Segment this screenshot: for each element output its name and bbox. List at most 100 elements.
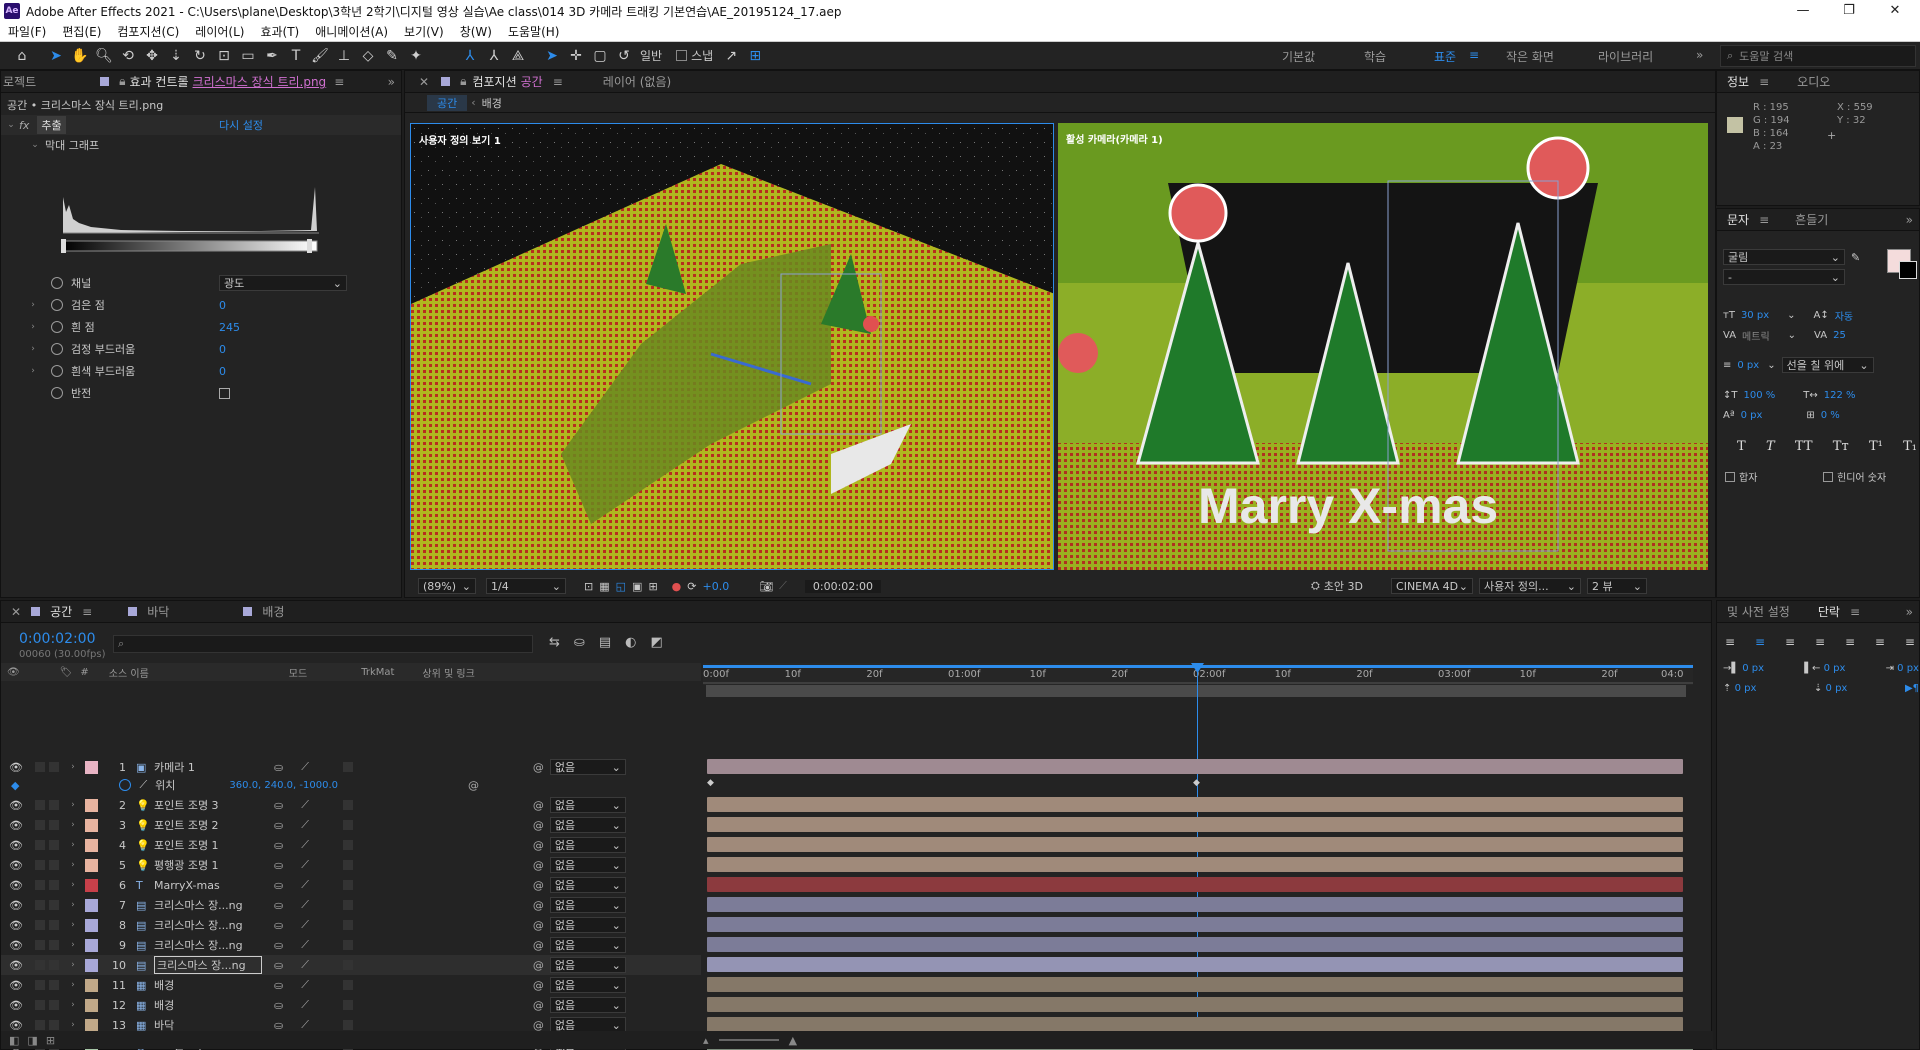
stopwatch-icon[interactable]	[51, 277, 63, 289]
layer-source-name[interactable]: 크리스마스 장...ng	[154, 897, 262, 913]
rotate-3d-icon[interactable]: ↺	[612, 44, 636, 68]
layer-expand-icon[interactable]: ›	[67, 860, 79, 870]
type-tool-icon[interactable]: T	[284, 44, 308, 68]
view-layout-dropdown[interactable]: 2 뷰 ⌄	[1587, 578, 1648, 594]
quality-switch-icon[interactable]: ⟋	[301, 918, 309, 932]
zoom-dropdown[interactable]: (89%) ⌄	[418, 578, 476, 594]
stroke-width-value[interactable]: 0 px	[1737, 360, 1759, 371]
layer-source-name[interactable]: 평행광 조명 1	[154, 857, 262, 873]
space-after-value[interactable]: 0 px	[1826, 683, 1848, 694]
snapshot-icon[interactable]: 📷︎	[759, 580, 773, 593]
3d-layer-switch[interactable]	[342, 920, 353, 930]
lock-switch[interactable]	[48, 880, 59, 890]
layer-source-name[interactable]: 배경	[154, 977, 262, 993]
3d-layer-switch[interactable]	[342, 940, 353, 950]
chevron-down-icon[interactable]: ⌄	[1787, 310, 1795, 321]
panel-close-icon[interactable]: ✕	[11, 605, 21, 619]
roto-brush-icon[interactable]: ✎	[380, 44, 404, 68]
layer-duration-bar[interactable]	[707, 997, 1683, 1012]
layer-label-color[interactable]	[84, 938, 98, 952]
panel-menu-icon[interactable]: ≡	[1759, 213, 1769, 227]
shy-switch-icon[interactable]: ⛀	[274, 1019, 283, 1032]
layer-duration-bar[interactable]	[707, 857, 1683, 872]
layer-row[interactable]: 👁︎ › 4 💡 포인트 조명 1 ⛀ ⟋ @ 없음 ⌄	[1, 835, 701, 855]
tab-project[interactable]: 로젝트	[1, 73, 40, 90]
tab-paragraph[interactable]: 단락	[1808, 603, 1850, 620]
menu-view[interactable]: 보기(V)	[396, 23, 452, 40]
home-icon[interactable]: ⌂	[10, 44, 34, 68]
draft3d-icon[interactable]: ⛭	[1311, 579, 1320, 593]
solo-switch[interactable]	[34, 900, 45, 910]
3d-layer-switch[interactable]	[342, 980, 353, 990]
quality-switch-icon[interactable]: ⟋	[301, 760, 309, 774]
3d-layer-switch[interactable]	[342, 1000, 353, 1010]
parent-dropdown[interactable]: 없음 ⌄	[549, 957, 626, 973]
menu-file[interactable]: 파일(F)	[0, 23, 54, 40]
layer-duration-bar[interactable]	[707, 897, 1683, 912]
3d-layer-switch[interactable]	[342, 820, 353, 830]
world-axis-icon[interactable]: ⅄	[482, 44, 506, 68]
tab-wiggler[interactable]: 흔들기	[1785, 211, 1838, 228]
visibility-eye-icon[interactable]: 👁︎	[9, 919, 23, 932]
pickwhip-icon[interactable]: @	[533, 999, 544, 1012]
tab-composition[interactable]: 컴포지션	[466, 73, 516, 90]
visibility-eye-icon[interactable]: 👁︎	[9, 799, 23, 812]
layer-source-name[interactable]: 포인트 조명 1	[154, 837, 262, 853]
layer-row[interactable]: 👁︎ › 12 ▦ 배경 ⛀ ⟋ @ 없음 ⌄	[1, 995, 701, 1015]
zoom-out-icon[interactable]: ▴	[703, 1034, 709, 1047]
pan-camera-icon[interactable]: ✥	[140, 44, 164, 68]
quality-switch-icon[interactable]: ⟋	[301, 898, 309, 912]
faux-italic-button[interactable]: T	[1766, 439, 1775, 454]
brush-tool-icon[interactable]: 🖌︎	[308, 44, 332, 68]
active-camera-viewport[interactable]: Marry X-mas 활성 카메라(카메라 1)	[1058, 123, 1708, 570]
visibility-eye-icon[interactable]: 👁︎	[9, 839, 23, 852]
layer-source-name[interactable]: 카메라 1	[154, 759, 262, 775]
stopwatch-icon[interactable]	[51, 387, 63, 399]
pickwhip-icon[interactable]: @	[533, 899, 544, 912]
layer-label-color[interactable]	[84, 918, 98, 932]
layer-source-name[interactable]: 크리스마스 장...ng	[154, 917, 262, 933]
3d-layer-switch[interactable]	[342, 762, 353, 772]
layer-row[interactable]: 👁︎ › 1 ▣ 카메라 1 ⛀ ⟋ @ 없음 ⌄	[1, 757, 701, 777]
justify-last-center-icon[interactable]: ≡	[1845, 635, 1855, 649]
pickwhip-icon[interactable]: @	[533, 799, 544, 812]
expand-icon[interactable]: ›	[27, 322, 39, 332]
quality-switch-icon[interactable]: ⟋	[301, 818, 309, 832]
workspace-libraries[interactable]: 라이브러리	[1598, 48, 1653, 65]
black-point-value[interactable]: 0	[219, 299, 226, 312]
panel-menu-icon[interactable]: ≡	[334, 75, 344, 89]
expand-pane-icon[interactable]: ◨	[27, 1034, 37, 1047]
layer-expand-icon[interactable]: ›	[67, 940, 79, 950]
visibility-eye-icon[interactable]: 👁︎	[9, 999, 23, 1012]
pickwhip-icon[interactable]: @	[533, 939, 544, 952]
layer-duration-bar[interactable]	[707, 917, 1683, 932]
chevron-down-icon[interactable]: ⌄	[1788, 330, 1796, 341]
3d-layer-switch[interactable]	[342, 800, 353, 810]
lock-switch[interactable]	[48, 820, 59, 830]
white-softness-value[interactable]: 0	[219, 365, 226, 378]
kerning-value[interactable]: 메트릭	[1742, 328, 1770, 343]
shy-switch-icon[interactable]: ⛀	[274, 999, 283, 1012]
pickwhip-icon[interactable]: @	[533, 819, 544, 832]
eyedropper-icon[interactable]: ✎	[1851, 251, 1860, 264]
grid-guides-icon[interactable]: ⊞	[648, 580, 657, 593]
parent-dropdown[interactable]: 없음 ⌄	[549, 837, 626, 853]
snap-checkbox[interactable]	[676, 50, 688, 61]
effect-controls-file[interactable]: 크리스마스 장식 트리.png	[193, 73, 327, 90]
layer-source-name[interactable]: 포인트 조명 2	[154, 817, 262, 833]
shy-switch-icon[interactable]: ⛀	[274, 939, 283, 952]
breadcrumb-background[interactable]: 배경	[482, 95, 502, 111]
black-softness-value[interactable]: 0	[219, 343, 226, 356]
fit-icon[interactable]: ▣	[632, 580, 642, 593]
visibility-eye-icon[interactable]: 👁︎	[9, 979, 23, 992]
direction-icon[interactable]: ▶¶	[1905, 683, 1919, 694]
layer-row[interactable]: 👁︎ › 7 ▤ 크리스마스 장...ng ⛀ ⟋ @ 없음 ⌄	[1, 895, 701, 915]
ligatures-option[interactable]: 합자	[1725, 469, 1757, 484]
lock-switch[interactable]	[48, 980, 59, 990]
move-icon[interactable]: ✛	[564, 44, 588, 68]
lock-switch[interactable]	[48, 960, 59, 970]
layer-duration-bar[interactable]	[707, 957, 1683, 972]
layer-duration-bar[interactable]	[707, 977, 1683, 992]
pickwhip-icon[interactable]: @	[533, 959, 544, 972]
quality-switch-icon[interactable]: ⟋	[301, 838, 309, 852]
